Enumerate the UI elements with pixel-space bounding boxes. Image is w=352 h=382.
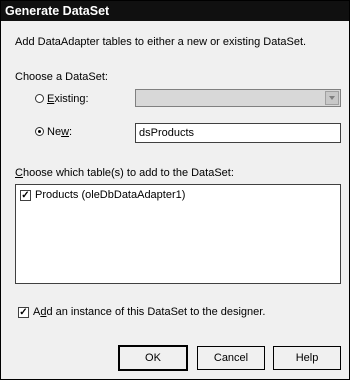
tables-accel: C [15,167,23,179]
existing-radio-label[interactable]: Existing: [47,92,89,106]
existing-label-rest: xisting: [54,93,89,105]
intro-text: Add DataAdapter tables to either a new o… [15,36,307,48]
choose-dataset-label: Choose a DataSet: [15,71,108,83]
new-dataset-name-input[interactable]: dsProducts [135,123,341,143]
new-accel: w [61,126,70,138]
tables-label-rest: hoose which table(s) to add to the DataS… [22,167,234,179]
existing-dataset-combo[interactable] [135,89,341,107]
new-radio-label[interactable]: New: [47,125,72,139]
dialog-title: Generate DataSet [5,4,110,18]
new-radio[interactable] [35,127,44,136]
existing-radio[interactable] [35,94,44,103]
table-item-label[interactable]: Products (oleDbDataAdapter1) [35,188,185,202]
new-label-pre: Ne [47,126,62,138]
title-bar[interactable]: Generate DataSet [1,1,349,21]
ok-button[interactable]: OK [118,345,188,371]
new-label-rest: : [69,126,73,138]
table-checkbox[interactable]: ✓ [20,190,31,201]
combo-dropdown-icon[interactable] [325,91,339,105]
help-button[interactable]: Help [273,346,341,370]
generate-dataset-dialog: Generate DataSet Add DataAdapter tables … [0,0,350,380]
tables-label: Choose which table(s) to add to the Data… [15,166,234,180]
tables-listbox[interactable]: ✓ Products (oleDbDataAdapter1) [15,184,341,284]
cancel-button[interactable]: Cancel [197,346,265,370]
add-instance-label[interactable]: Add an instance of this DataSet to the d… [33,305,265,319]
add-instance-label-rest: d an instance of this DataSet to the des… [46,306,266,318]
add-instance-checkbox[interactable]: ✓ [18,307,29,318]
